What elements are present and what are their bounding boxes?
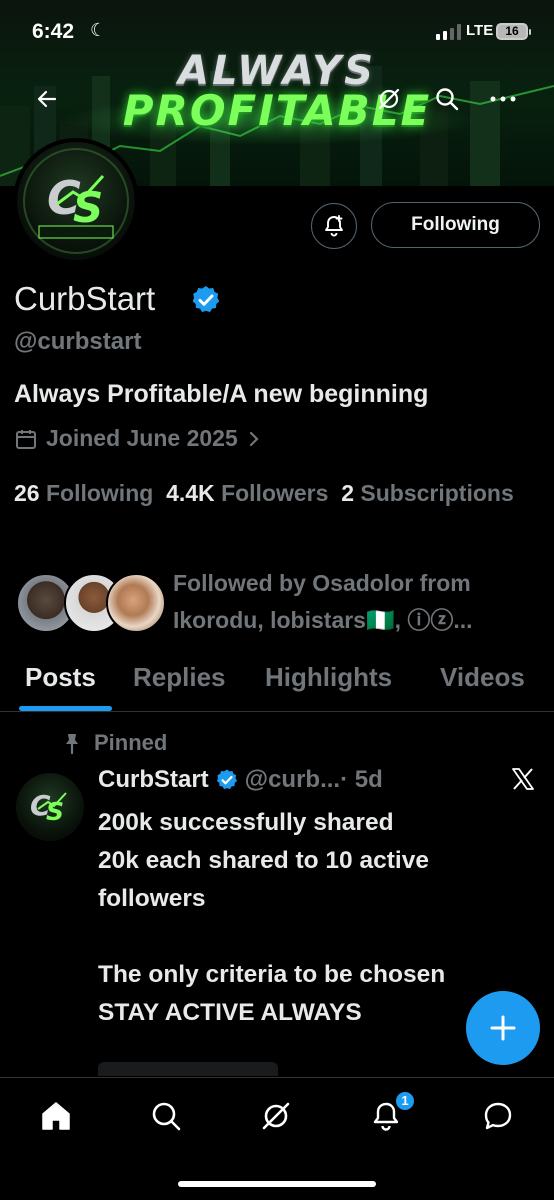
profile-stats: 26 Following 4.4K Followers 2 Subscripti… <box>14 475 534 511</box>
pin-icon <box>66 734 78 754</box>
post-header: CurbStart @curb... · 5d <box>98 766 383 794</box>
notification-count-badge: 1 <box>394 1090 416 1112</box>
profile-bio: Always Profitable/A new beginning <box>14 380 429 408</box>
curbstart-logo: C S <box>17 142 135 260</box>
pinned-indicator: Pinned <box>62 730 167 756</box>
status-bar: 6:42 ☾ LTE 16 <box>0 18 554 50</box>
grok-icon <box>262 1102 290 1130</box>
search-icon <box>152 1102 181 1131</box>
post-body-text[interactable]: 200k successfully shared 20k each shared… <box>98 804 538 1032</box>
following-stat[interactable]: 26 Following <box>14 480 153 506</box>
followers-label: Followers <box>221 480 329 506</box>
battery-icon: 16 <box>496 23 531 40</box>
profile-display-name: CurbStart <box>14 280 156 317</box>
home-icon <box>42 1102 70 1130</box>
followers-count: 4.4K <box>166 480 215 506</box>
x-logo-button[interactable] <box>510 766 536 797</box>
joined-date-text: Joined June 2025 <box>46 425 238 451</box>
subscriptions-count: 2 <box>341 480 354 506</box>
profile-avatar[interactable]: C S <box>13 138 139 264</box>
joined-date-row[interactable]: Joined June 2025 <box>14 425 270 452</box>
nav-home[interactable] <box>36 1096 76 1136</box>
signal-icon <box>436 24 461 40</box>
chevron-right-icon <box>249 431 259 446</box>
profile-tabs: Posts Replies Highlights Videos <box>0 658 554 712</box>
subscriptions-stat[interactable]: 2 Subscriptions <box>341 480 514 506</box>
calendar-icon <box>16 429 36 449</box>
following-label: Following <box>45 480 154 506</box>
plus-icon <box>490 1015 516 1041</box>
post-author-avatar[interactable]: C S <box>16 773 84 841</box>
nav-grok[interactable] <box>256 1096 296 1136</box>
banner-title-line2: PROFITABLE <box>122 86 432 135</box>
search-icon <box>436 88 459 111</box>
following-count: 26 <box>14 480 40 506</box>
bell-plus-icon <box>325 215 343 237</box>
verified-badge-icon <box>192 286 220 313</box>
chat-bubble-icon <box>484 1102 512 1130</box>
post-text-overflow <box>98 1062 538 1076</box>
post-author-name[interactable]: CurbStart <box>98 766 209 794</box>
compose-post-button[interactable] <box>466 991 540 1065</box>
more-options-button[interactable] <box>486 82 520 116</box>
home-indicator <box>178 1181 376 1187</box>
following-button[interactable]: Following <box>371 202 540 248</box>
followed-by-text[interactable]: Followed by Osadolor from Ikorodu, lobis… <box>173 565 543 639</box>
nav-messages[interactable] <box>478 1096 518 1136</box>
grok-button[interactable] <box>372 82 406 116</box>
profile-handle: @curbstart <box>14 328 142 355</box>
arrow-left-icon <box>37 90 57 108</box>
followers-stat[interactable]: 4.4K Followers <box>166 480 328 506</box>
more-horizontal-icon <box>490 96 516 102</box>
notifications-toggle-button[interactable] <box>311 203 357 249</box>
verified-badge-icon <box>216 769 237 790</box>
post-timestamp: · 5d <box>340 766 383 793</box>
x-logo-icon <box>512 768 534 790</box>
cs-logo-icon: C S <box>23 148 129 254</box>
subscriptions-label: Subscriptions <box>360 480 514 506</box>
follower-avatar[interactable] <box>106 573 166 633</box>
active-tab-indicator <box>19 706 112 711</box>
status-time: 6:42 <box>32 20 75 43</box>
cs-logo-icon: C S <box>30 789 67 826</box>
tab-videos[interactable]: Videos <box>440 662 525 693</box>
focus-moon-icon: ☾ <box>90 20 107 40</box>
nav-search[interactable] <box>146 1096 186 1136</box>
tab-replies[interactable]: Replies <box>133 662 226 693</box>
tab-highlights[interactable]: Highlights <box>265 662 392 693</box>
tab-posts[interactable]: Posts <box>25 662 96 693</box>
network-type: LTE <box>466 22 494 39</box>
back-button[interactable] <box>30 82 64 116</box>
pinned-label: Pinned <box>94 730 168 755</box>
grok-icon <box>378 88 400 110</box>
search-button[interactable] <box>430 82 464 116</box>
post-author-handle[interactable]: @curb... <box>245 766 340 794</box>
